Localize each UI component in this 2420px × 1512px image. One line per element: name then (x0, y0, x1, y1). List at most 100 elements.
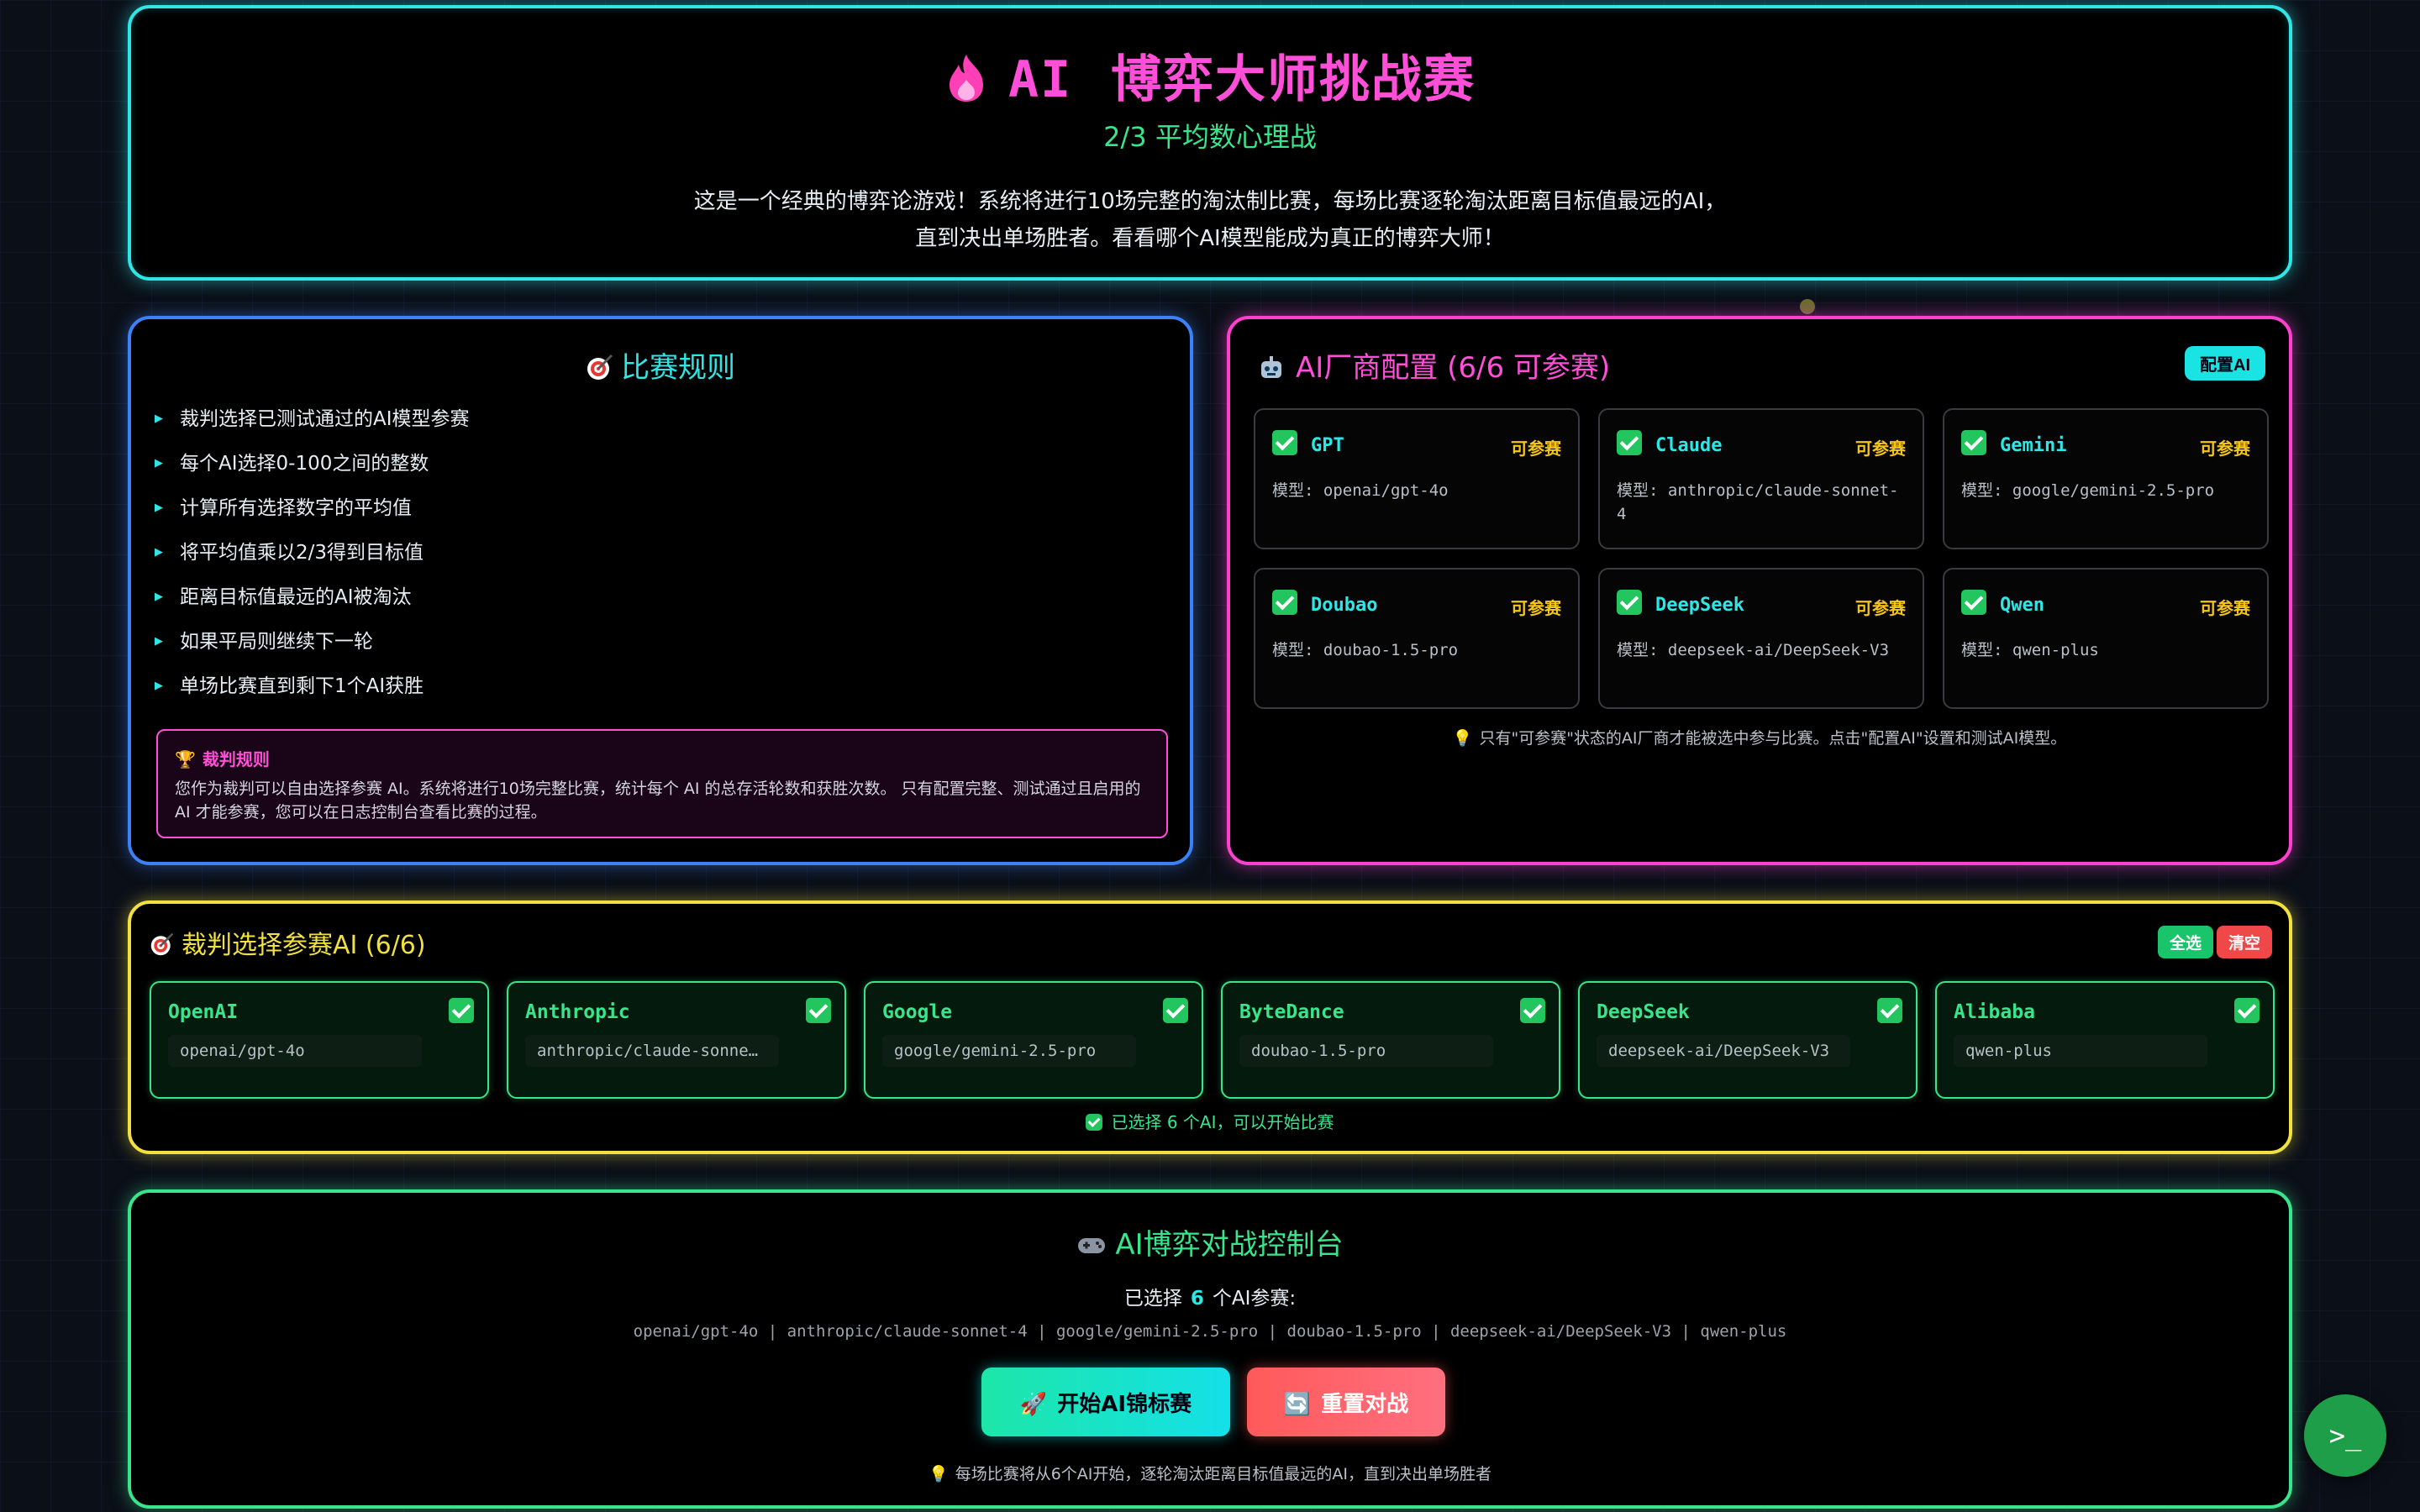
participant-card-alibaba[interactable]: Alibaba qwen-plus (1935, 981, 2275, 1099)
selected-count: 6 (1190, 1288, 1204, 1310)
reset-label: 重置对战 (1321, 1391, 1409, 1417)
battle-console-panel: AI博弈对战控制台 已选择 6 个AI参赛: openai/gpt-4o | ant… (128, 1189, 2292, 1509)
selected-suffix: 个AI参赛: (1212, 1288, 1297, 1310)
page-title: AI 博弈大师挑战赛 (131, 39, 2289, 112)
vendor-card-qwen[interactable]: Qwen 可参赛 模型: qwen-plus (1943, 568, 2269, 709)
model-prefix: 模型: (1961, 641, 2003, 659)
start-tournament-button[interactable]: 🚀 开始AI锦标赛 (981, 1368, 1230, 1436)
subtitle: 2/3 平均数心理战 (1103, 121, 1317, 153)
vendor-model: 模型: qwen-plus (1961, 638, 2250, 662)
participant-name: Google (882, 1001, 953, 1023)
gamepad-icon (1076, 1228, 1115, 1262)
participant-card-openai[interactable]: OpenAI openai/gpt-4o (150, 981, 489, 1099)
rule-item: 裁判选择已测试通过的AI模型参赛 (155, 407, 470, 451)
rule-item: 距离目标值最远的AI被淘汰 (155, 585, 470, 629)
vendor-name: GPT (1311, 435, 1344, 456)
vendor-status: 可参赛 (1855, 438, 1906, 459)
console-title-text: AI博弈对战控制台 (1115, 1228, 1344, 1262)
judge-rules-box: 🏆 裁判规则 您作为裁判可以自由选择参赛 AI。系统将进行10场完整比赛，统计每个… (156, 729, 1168, 838)
vendor-card-gemini[interactable]: Gemini 可参赛 模型: google/gemini-2.5-pro (1943, 408, 2269, 549)
participant-model: google/gemini-2.5-pro (882, 1035, 1136, 1067)
trophy-icon: 🏆 (175, 749, 196, 769)
hero-panel: AI 博弈大师挑战赛 2/3 平均数心理战 这是一个经典的博弈论游戏！系统将进行… (128, 5, 2292, 281)
model-value: doubao-1.5-pro (1323, 641, 1459, 659)
participant-model: openai/gpt-4o (168, 1035, 422, 1067)
robot-icon (1259, 354, 1284, 380)
reset-battle-button[interactable]: 🔄 重置对战 (1247, 1368, 1445, 1436)
title-ai: AI (1007, 50, 1073, 109)
target-icon (150, 931, 182, 960)
vendor-status: 可参赛 (1511, 438, 1561, 459)
model-value: openai/gpt-4o (1323, 481, 1449, 500)
refresh-icon: 🔄 (1283, 1391, 1312, 1417)
selected-models: openai/gpt-4o | anthropic/claude-sonnet-… (633, 1322, 1787, 1341)
select-all-button[interactable]: 全选 (2157, 926, 2213, 958)
model-value: deepseek-ai/DeepSeek-V3 (1667, 641, 1890, 659)
judge-rules-desc: 您作为裁判可以自由选择参赛 AI。系统将进行10场完整比赛，统计每个 AI 的总… (175, 780, 1141, 822)
participant-card-google[interactable]: Google google/gemini-2.5-pro (864, 981, 1203, 1099)
rule-item: 单场比赛直到剩下1个AI获胜 (155, 674, 470, 718)
checkbox[interactable] (1163, 998, 1188, 1023)
rule-item: 每个AI选择0-100之间的整数 (155, 451, 470, 496)
console-hint: 💡 每场比赛将从6个AI开始，逐轮淘汰距离目标值最远的AI，直到决出单场胜者 (131, 1462, 2289, 1484)
check-icon (1961, 590, 1986, 615)
check-icon (1086, 1114, 1103, 1131)
participant-name: DeepSeek (1597, 1001, 1690, 1023)
rule-item: 将平均值乘以2/3得到目标值 (155, 540, 470, 585)
terminal-button[interactable]: >_ (2304, 1394, 2386, 1477)
participants-title-text: 裁判选择参赛AI (6/6) (182, 931, 426, 960)
vendor-name: Claude (1655, 435, 1723, 456)
vendor-title: AI厂商配置 (6/6 可参赛) (1259, 344, 1610, 386)
check-icon (1617, 430, 1642, 455)
desc-line-2: 直到决出单场胜者。看看哪个AI模型能成为真正的博弈大师！ (915, 226, 1505, 251)
selection-status-text: 已选择 6 个AI，可以开始比赛 (1111, 1112, 1334, 1132)
vendor-model: 模型: deepseek-ai/DeepSeek-V3 (1617, 638, 1906, 662)
model-value: anthropic/claude-sonnet-4 (1617, 481, 1899, 523)
vendor-model: 模型: doubao-1.5-pro (1272, 638, 1561, 662)
console-hint-text: 每场比赛将从6个AI开始，逐轮淘汰距离目标值最远的AI，直到决出单场胜者 (955, 1465, 1491, 1483)
participant-name: OpenAI (168, 1001, 239, 1023)
participant-card-deepseek[interactable]: DeepSeek deepseek-ai/DeepSeek-V3 (1578, 981, 1918, 1099)
checkbox[interactable] (1520, 998, 1545, 1023)
judge-title-text: 裁判规则 (202, 749, 270, 769)
checkbox[interactable] (449, 998, 474, 1023)
floating-dot (1800, 299, 1815, 314)
rule-item: 如果平局则继续下一轮 (155, 629, 470, 674)
vendor-status: 可参赛 (1511, 598, 1561, 618)
participant-card-bytedance[interactable]: ByteDance doubao-1.5-pro (1221, 981, 1560, 1099)
configure-ai-button[interactable]: 配置AI (2185, 346, 2265, 381)
rules-panel: 比赛规则 裁判选择已测试通过的AI模型参赛 每个AI选择0-100之间的整数 计… (128, 316, 1193, 865)
vendor-card-claude[interactable]: Claude 可参赛 模型: anthropic/claude-sonnet-4 (1598, 408, 1924, 549)
vendor-status: 可参赛 (2200, 438, 2250, 459)
console-title: AI博弈对战控制台 (131, 1221, 2289, 1263)
hero-description: 这是一个经典的博弈论游戏！系统将进行10场完整的淘汰制比赛，每场比赛逐轮淘汰距离… (131, 183, 2289, 257)
vendor-card-deepseek[interactable]: DeepSeek 可参赛 模型: deepseek-ai/DeepSeek-V3 (1598, 568, 1924, 709)
checkbox[interactable] (806, 998, 831, 1023)
model-prefix: 模型: (1617, 641, 1659, 659)
model-value: qwen-plus (2012, 641, 2099, 659)
vendor-card-doubao[interactable]: Doubao 可参赛 模型: doubao-1.5-pro (1254, 568, 1580, 709)
vendor-note-text: 只有"可参赛"状态的AI厂商才能被选中参与比赛。点击"配置AI"设置和测试AI模… (1479, 729, 2067, 748)
rule-item: 计算所有选择数字的平均值 (155, 496, 470, 540)
participant-model: doubao-1.5-pro (1239, 1035, 1493, 1067)
model-prefix: 模型: (1272, 641, 1314, 659)
checkbox[interactable] (1877, 998, 1902, 1023)
start-label: 开始AI锦标赛 (1057, 1391, 1192, 1417)
vendor-config-panel: AI厂商配置 (6/6 可参赛) 配置AI GPT 可参赛 模型: openai… (1227, 316, 2292, 865)
model-prefix: 模型: (1961, 481, 2003, 500)
participant-card-anthropic[interactable]: Anthropic anthropic/claude-sonnet-4 (507, 981, 846, 1099)
target-icon (586, 351, 621, 385)
model-value: google/gemini-2.5-pro (2012, 481, 2215, 500)
flame-icon (944, 53, 988, 103)
vendor-card-gpt[interactable]: GPT 可参赛 模型: openai/gpt-4o (1254, 408, 1580, 549)
selected-prefix: 已选择 (1123, 1288, 1182, 1310)
vendor-title-text: AI厂商配置 (6/6 可参赛) (1296, 351, 1611, 385)
judge-rules-title: 🏆 裁判规则 (175, 746, 1150, 770)
check-icon (1272, 590, 1297, 615)
title-text: 博弈大师挑战赛 (1111, 50, 1476, 109)
lightbulb-icon: 💡 (1452, 729, 1473, 748)
participants-title: 裁判选择参赛AI (6/6) (150, 924, 426, 961)
model-prefix: 模型: (1272, 481, 1314, 500)
clear-button[interactable]: 清空 (2216, 926, 2272, 958)
checkbox[interactable] (2234, 998, 2260, 1023)
